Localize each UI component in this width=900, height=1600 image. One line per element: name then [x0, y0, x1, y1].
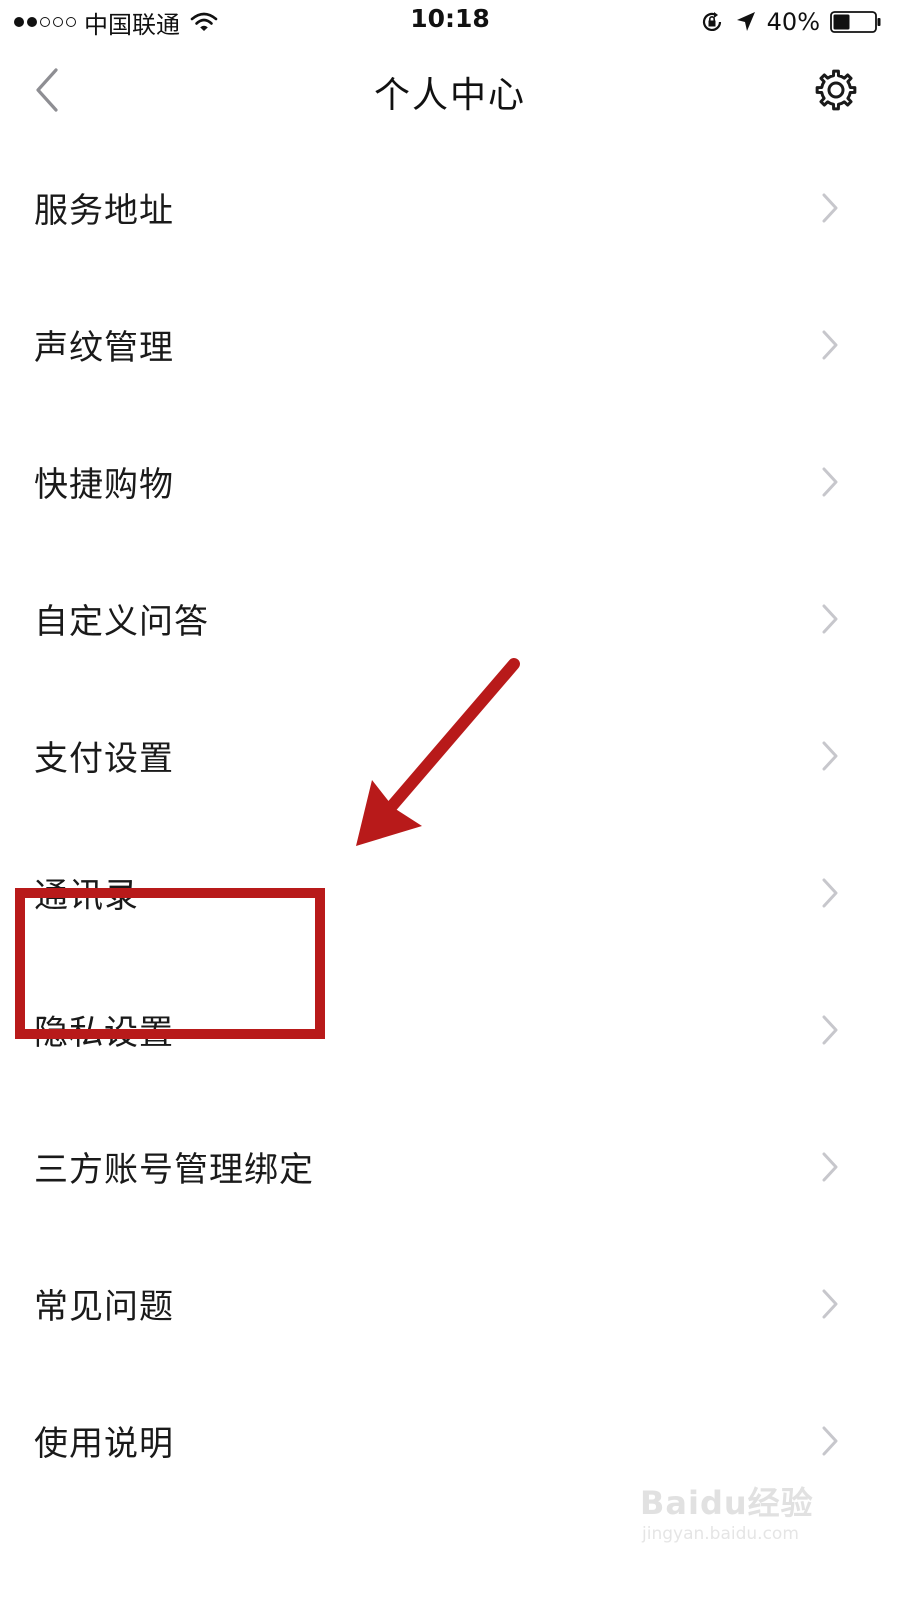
list-item[interactable]: 服务地址: [0, 139, 900, 276]
chevron-right-icon: [822, 1289, 838, 1319]
location-arrow-icon: [736, 12, 755, 31]
chevron-right-icon: [822, 1426, 838, 1456]
list-item-label: 自定义问答: [34, 602, 209, 642]
chevron-right-icon: [822, 330, 838, 360]
list-item[interactable]: 快捷购物: [0, 413, 900, 550]
chevron-right-icon: [822, 1152, 838, 1182]
chevron-right-icon: [822, 1015, 838, 1045]
list-item-label: 声纹管理: [34, 328, 174, 368]
chevron-right-icon: [822, 604, 838, 634]
navigation-bar: 个人中心: [0, 44, 900, 136]
list-item[interactable]: 常见问题: [0, 1235, 900, 1372]
status-right: 40%: [699, 6, 882, 38]
list-item[interactable]: 声纹管理: [0, 276, 900, 413]
watermark: Baidu经验 jingyan.baidu.com: [640, 1478, 840, 1558]
list-item[interactable]: 三方账号管理绑定: [0, 1098, 900, 1235]
watermark-brand: Baidu经验: [640, 1484, 814, 1522]
list-item-label: 常见问题: [34, 1287, 174, 1327]
list-item-label: 快捷购物: [34, 465, 174, 505]
menu-list: 智能电话助理服务地址声纹管理快捷购物自定义问答支付设置通讯录隐私设置三方账号管理…: [0, 136, 900, 1600]
list-item-label: 支付设置: [34, 739, 174, 779]
list-item-label: 使用说明: [34, 1424, 174, 1464]
chevron-right-icon: [822, 193, 838, 223]
page-title: 个人中心: [373, 75, 526, 116]
battery-percentage: 40%: [766, 8, 820, 36]
chevron-right-icon: [822, 741, 838, 771]
gear-icon[interactable]: [812, 66, 860, 114]
rotation-lock-icon: [702, 12, 721, 31]
annotation-arrow: [356, 658, 520, 846]
watermark-url: jingyan.baidu.com: [642, 1524, 799, 1544]
chevron-right-icon: [822, 878, 838, 908]
status-bar: 中国联通 10:18 40%: [0, 0, 900, 44]
chevron-right-icon: [822, 467, 838, 497]
annotation-highlight-box: [15, 888, 325, 1039]
list-item-label: 三方账号管理绑定: [34, 1150, 314, 1190]
list-item-label: 服务地址: [34, 191, 174, 231]
battery-icon: [830, 11, 881, 33]
